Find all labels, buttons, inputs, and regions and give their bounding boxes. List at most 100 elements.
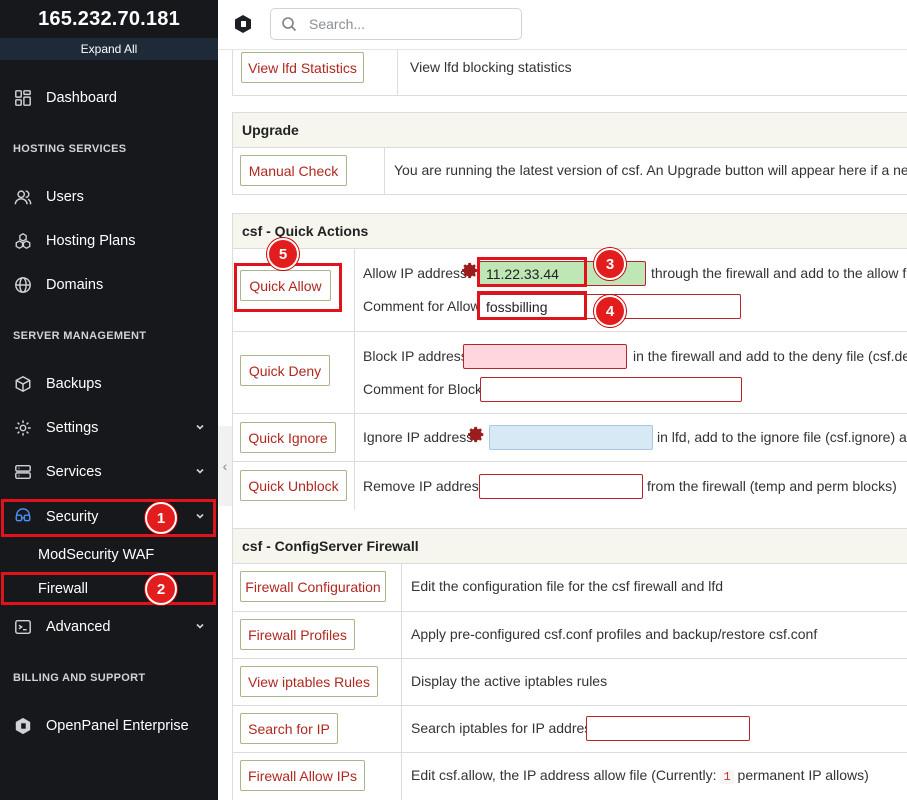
row-quick-deny: Quick Deny Block IP address in the firew…	[233, 331, 907, 413]
row-desc: Apply pre-configured csf.conf profiles a…	[411, 626, 818, 642]
highlight-firewall	[1, 572, 216, 605]
block-comment-input[interactable]	[480, 377, 742, 402]
sidebar-collapse-handle[interactable]: ‹	[218, 426, 232, 506]
table-row: Search for IP Search iptables for IP add…	[233, 705, 907, 752]
server-icon	[13, 462, 33, 482]
row-desc: Search iptables for IP address	[411, 720, 599, 736]
row-desc-pre: Edit csf.allow, the IP address allow fil…	[411, 767, 717, 783]
search-for-ip-button[interactable]: Search for IP	[240, 713, 338, 744]
row-desc: Display the active iptables rules	[411, 673, 608, 689]
sidebar-item-hosting-plans[interactable]: Hosting Plans	[0, 221, 218, 261]
quick-deny-button[interactable]: Quick Deny	[240, 355, 330, 386]
chevron-down-icon	[196, 424, 204, 430]
step-badge-5: 5	[267, 238, 299, 270]
box-icon	[13, 374, 33, 394]
table-row: Firewall Profiles Apply pre-configured c…	[233, 611, 907, 658]
openpanel-logo-icon	[13, 716, 33, 736]
ignore-ip-input[interactable]	[489, 425, 653, 450]
step-badge-3: 3	[594, 248, 626, 280]
table-row: Firewall Allow IPs Edit csf.allow, the I…	[233, 752, 907, 800]
section-hosting-services: HOSTING SERVICES	[13, 143, 127, 155]
search-ip-input[interactable]	[586, 716, 750, 741]
quick-ignore-button[interactable]: Quick Ignore	[240, 422, 336, 453]
sidebar-item-services[interactable]: Services	[0, 452, 218, 492]
hosting-plans-icon	[13, 231, 33, 251]
block-ip-input[interactable]	[463, 344, 627, 369]
block-comment-label: Comment for Block:	[363, 381, 486, 397]
expand-all-button[interactable]: Expand All	[0, 38, 218, 60]
remove-ip-suffix: from the firewall (temp and perm blocks)	[647, 478, 897, 494]
row-desc: Edit csf.allow, the IP address allow fil…	[411, 767, 869, 784]
step-badge-2: 2	[145, 573, 177, 605]
table-row: Firewall Configuration Edit the configur…	[233, 564, 907, 611]
block-ip-label: Block IP address	[363, 348, 468, 364]
users-icon	[13, 187, 33, 207]
row-quick-ignore: Quick Ignore Ignore IP address in lfd, a…	[233, 413, 907, 461]
sidebar-item-label: Services	[46, 464, 102, 480]
sidebar-subitem-modsecurity[interactable]: ModSecurity WAF	[0, 538, 218, 572]
panel-upgrade: Upgrade Manual Check You are running the…	[232, 112, 907, 195]
view-iptables-rules-button[interactable]: View iptables Rules	[240, 666, 378, 697]
globe-icon	[13, 275, 33, 295]
gear-icon[interactable]	[468, 426, 485, 443]
topbar	[218, 0, 907, 50]
remove-ip-input[interactable]	[479, 474, 643, 499]
panel-title: Upgrade	[233, 113, 907, 148]
panel-lfd: View lfd Statistics View lfd blocking st…	[232, 50, 907, 96]
sidebar-item-label: OpenPanel Enterprise	[46, 718, 189, 734]
lfd-stats-desc: View lfd blocking statistics	[410, 59, 572, 75]
sidebar-item-openpanel-enterprise[interactable]: OpenPanel Enterprise	[0, 706, 218, 746]
sidebar-item-label: Hosting Plans	[46, 233, 136, 249]
gear-icon	[13, 418, 33, 438]
quick-unblock-button[interactable]: Quick Unblock	[240, 470, 347, 501]
highlight-security	[1, 499, 216, 537]
highlight-allow-comment	[477, 291, 587, 320]
sidebar-item-label: Dashboard	[46, 90, 117, 106]
sidebar-item-label: Settings	[46, 420, 99, 436]
sidebar-item-domains[interactable]: Domains	[0, 265, 218, 305]
dashboard-icon	[13, 88, 33, 108]
panel-configserver: csf - ConfigServer Firewall Firewall Con…	[232, 528, 907, 800]
highlight-quick-allow	[234, 263, 342, 312]
sidebar-item-settings[interactable]: Settings	[0, 408, 218, 448]
sidebar-item-label: Backups	[46, 376, 102, 392]
view-lfd-statistics-button[interactable]: View lfd Statistics	[241, 52, 364, 83]
chevron-down-icon	[196, 468, 204, 474]
row-desc-post: permanent IP allows)	[737, 767, 869, 783]
allow-count: 1	[720, 770, 734, 784]
step-badge-1: 1	[145, 502, 177, 534]
search-icon	[282, 17, 297, 32]
step-badge-4: 4	[594, 295, 626, 327]
sidebar-item-dashboard[interactable]: Dashboard	[0, 78, 218, 118]
sidebar-item-label: Domains	[46, 277, 104, 293]
search-input[interactable]	[309, 16, 509, 32]
table-row: View iptables Rules Display the active i…	[233, 658, 907, 705]
block-ip-suffix: in the firewall and add to the deny file…	[633, 348, 907, 364]
manual-check-button[interactable]: Manual Check	[240, 155, 347, 186]
sidebar: 165.232.70.181 Expand All Dashboard HOST…	[0, 0, 218, 800]
ignore-ip-label: Ignore IP address	[363, 429, 474, 445]
section-server-management: SERVER MANAGEMENT	[13, 330, 147, 342]
firewall-configuration-button[interactable]: Firewall Configuration	[240, 571, 386, 602]
sidebar-item-label: Advanced	[46, 619, 111, 635]
sidebar-item-label: Users	[46, 189, 84, 205]
row-quick-unblock: Quick Unblock Remove IP address from the…	[233, 461, 907, 510]
section-billing-support: BILLING AND SUPPORT	[13, 672, 146, 684]
ignore-ip-suffix: in lfd, add to the ignore file (csf.igno…	[657, 429, 907, 445]
server-ip: 165.232.70.181	[0, 0, 218, 38]
main-content: View lfd Statistics View lfd blocking st…	[232, 50, 907, 800]
search-box	[270, 8, 522, 40]
openpanel-logo-icon[interactable]	[233, 14, 253, 34]
remove-ip-label: Remove IP address	[363, 478, 486, 494]
terminal-icon	[13, 617, 33, 637]
row-desc: Edit the configuration file for the csf …	[411, 578, 724, 594]
sidebar-item-backups[interactable]: Backups	[0, 364, 218, 404]
sidebar-item-advanced[interactable]: Advanced	[0, 607, 218, 647]
upgrade-desc: You are running the latest version of cs…	[394, 162, 907, 178]
allow-ip-suffix: through the firewall and add to the allo…	[651, 265, 907, 281]
allow-comment-label: Comment for Allow:	[363, 298, 485, 314]
sidebar-item-users[interactable]: Users	[0, 177, 218, 217]
firewall-allow-ips-button[interactable]: Firewall Allow IPs	[240, 760, 365, 791]
firewall-profiles-button[interactable]: Firewall Profiles	[240, 619, 355, 650]
panel-title: csf - ConfigServer Firewall	[233, 529, 907, 564]
